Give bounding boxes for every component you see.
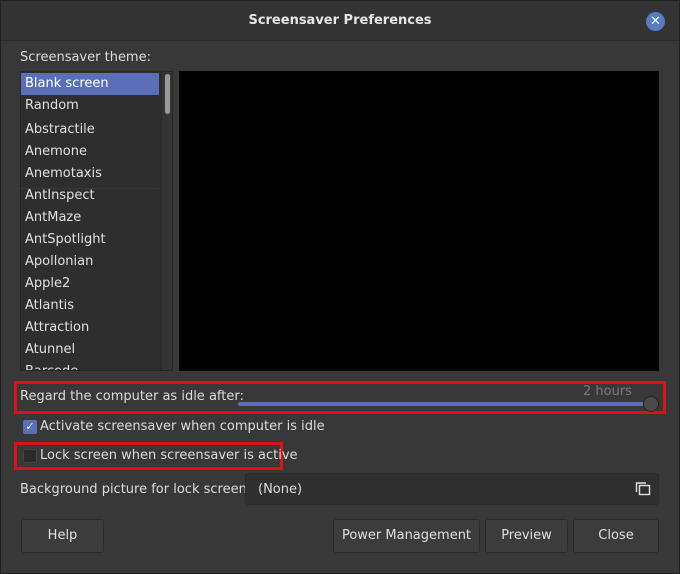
theme-item-atlantis[interactable]: Atlantis — [21, 295, 159, 317]
idle-slider-track[interactable] — [238, 402, 658, 406]
theme-list-scrollbar[interactable] — [161, 72, 172, 370]
close-window-icon[interactable]: ✕ — [646, 12, 665, 31]
theme-section-label: Screensaver theme: — [20, 50, 151, 65]
close-button[interactable]: Close — [573, 519, 659, 553]
title-bar[interactable]: Screensaver Preferences ✕ — [1, 1, 679, 41]
background-picture-value: (None) — [258, 482, 303, 497]
idle-slider-value: 2 hours — [583, 384, 632, 399]
power-management-button[interactable]: Power Management — [333, 519, 480, 553]
screensaver-preview-pane — [179, 71, 659, 371]
activate-checkbox[interactable]: ✓ — [23, 420, 37, 434]
theme-item-barcode[interactable]: Barcode — [21, 361, 159, 370]
lock-label[interactable]: Lock screen when screensaver is active — [40, 448, 298, 463]
idle-label: Regard the computer as idle after: — [20, 389, 244, 404]
window-title: Screensaver Preferences — [248, 13, 432, 28]
background-label: Background picture for lock screen: — [20, 482, 252, 497]
theme-item-blank-screen[interactable]: Blank screen — [21, 73, 159, 95]
theme-item-atunnel[interactable]: Atunnel — [21, 339, 159, 361]
theme-item-antspotlight[interactable]: AntSpotlight — [21, 229, 159, 251]
copy-icon — [635, 482, 651, 496]
theme-item-apollonian[interactable]: Apollonian — [21, 251, 159, 273]
theme-item-random[interactable]: Random — [21, 95, 159, 117]
help-button[interactable]: Help — [21, 519, 104, 553]
theme-item-abstractile[interactable]: Abstractile — [21, 119, 159, 141]
theme-item-antmaze[interactable]: AntMaze — [21, 207, 159, 229]
theme-item-apple2[interactable]: Apple2 — [21, 273, 159, 295]
activate-label[interactable]: Activate screensaver when computer is id… — [40, 419, 325, 434]
screensaver-preferences-window: Screensaver Preferences ✕ Screensaver th… — [0, 0, 680, 574]
theme-item-anemotaxis[interactable]: Anemotaxis — [21, 163, 159, 185]
theme-item-attraction[interactable]: Attraction — [21, 317, 159, 339]
scrollbar-thumb[interactable] — [165, 74, 170, 114]
background-picture-chooser[interactable]: (None) — [245, 473, 659, 505]
theme-item-antinspect[interactable]: AntInspect — [21, 185, 159, 207]
lock-checkbox[interactable] — [23, 449, 37, 463]
theme-list[interactable]: Blank screen Random Abstractile Anemone … — [20, 71, 173, 371]
idle-slider-handle[interactable] — [643, 396, 659, 412]
theme-item-anemone[interactable]: Anemone — [21, 141, 159, 163]
preview-button[interactable]: Preview — [485, 519, 568, 553]
